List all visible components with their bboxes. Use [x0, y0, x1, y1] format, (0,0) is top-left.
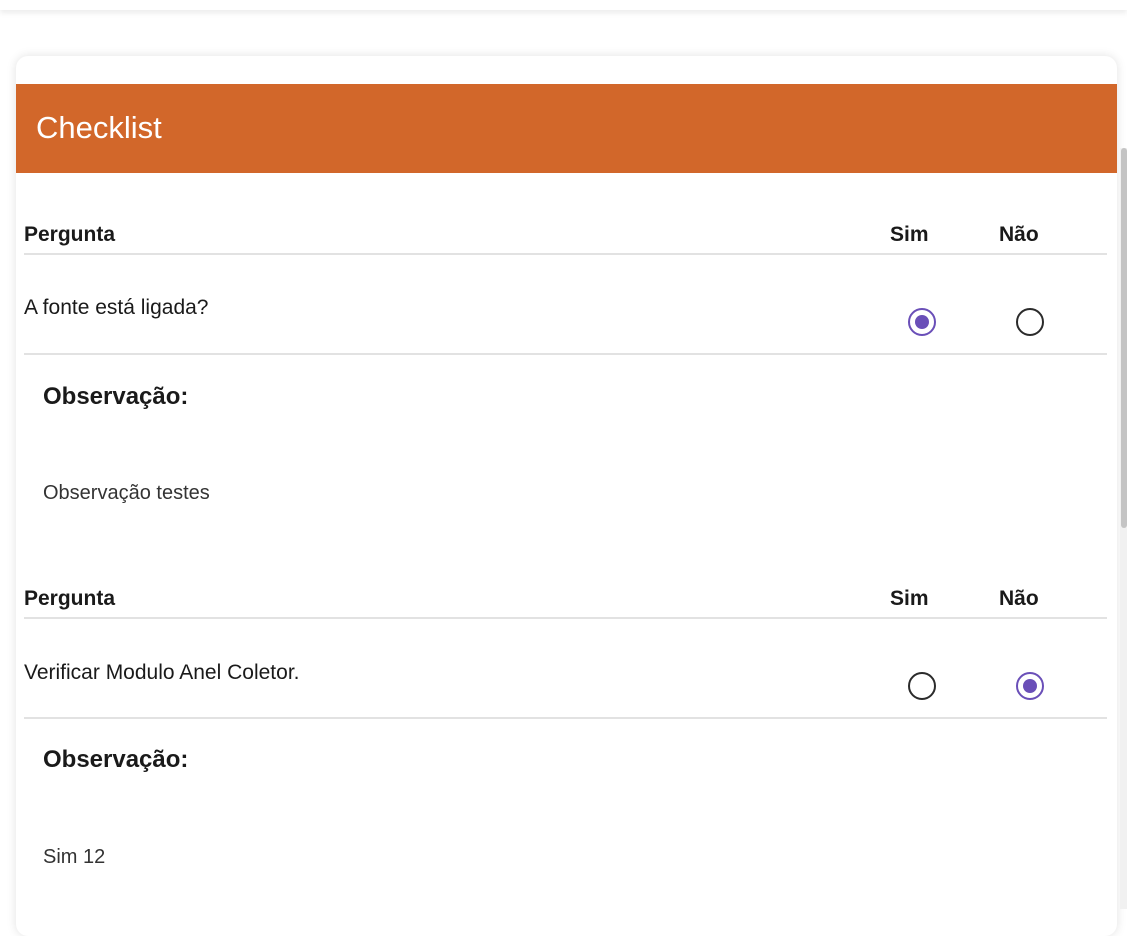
table-header-row: Pergunta Sim Não — [24, 577, 1107, 619]
question-row: Verificar Modulo Anel Coletor. — [24, 628, 1107, 719]
column-header-yes: Sim — [890, 223, 929, 246]
checklist-title: Checklist — [36, 110, 162, 145]
radio-no[interactable] — [1016, 672, 1044, 700]
checklist-header: Checklist — [16, 84, 1117, 173]
observation-text: Sim 12 — [43, 846, 106, 868]
radio-no[interactable] — [1016, 308, 1044, 336]
question-row: A fonte está ligada? — [24, 264, 1107, 355]
column-header-question: Pergunta — [24, 587, 116, 610]
top-bar — [0, 0, 1127, 10]
radio-yes[interactable] — [908, 672, 936, 700]
observation-label: Observação: — [43, 746, 189, 773]
radio-yes[interactable] — [908, 308, 936, 336]
scrollbar-thumb[interactable] — [1121, 148, 1127, 528]
question-text: A fonte está ligada? — [24, 296, 209, 319]
observation-label: Observação: — [43, 383, 189, 410]
observation-text: Observação testes — [43, 482, 210, 504]
column-header-yes: Sim — [890, 587, 929, 610]
question-text: Verificar Modulo Anel Coletor. — [24, 661, 300, 684]
table-header-row: Pergunta Sim Não — [24, 213, 1107, 255]
column-header-question: Pergunta — [24, 223, 116, 246]
column-header-no: Não — [999, 223, 1039, 246]
column-header-no: Não — [999, 587, 1039, 610]
